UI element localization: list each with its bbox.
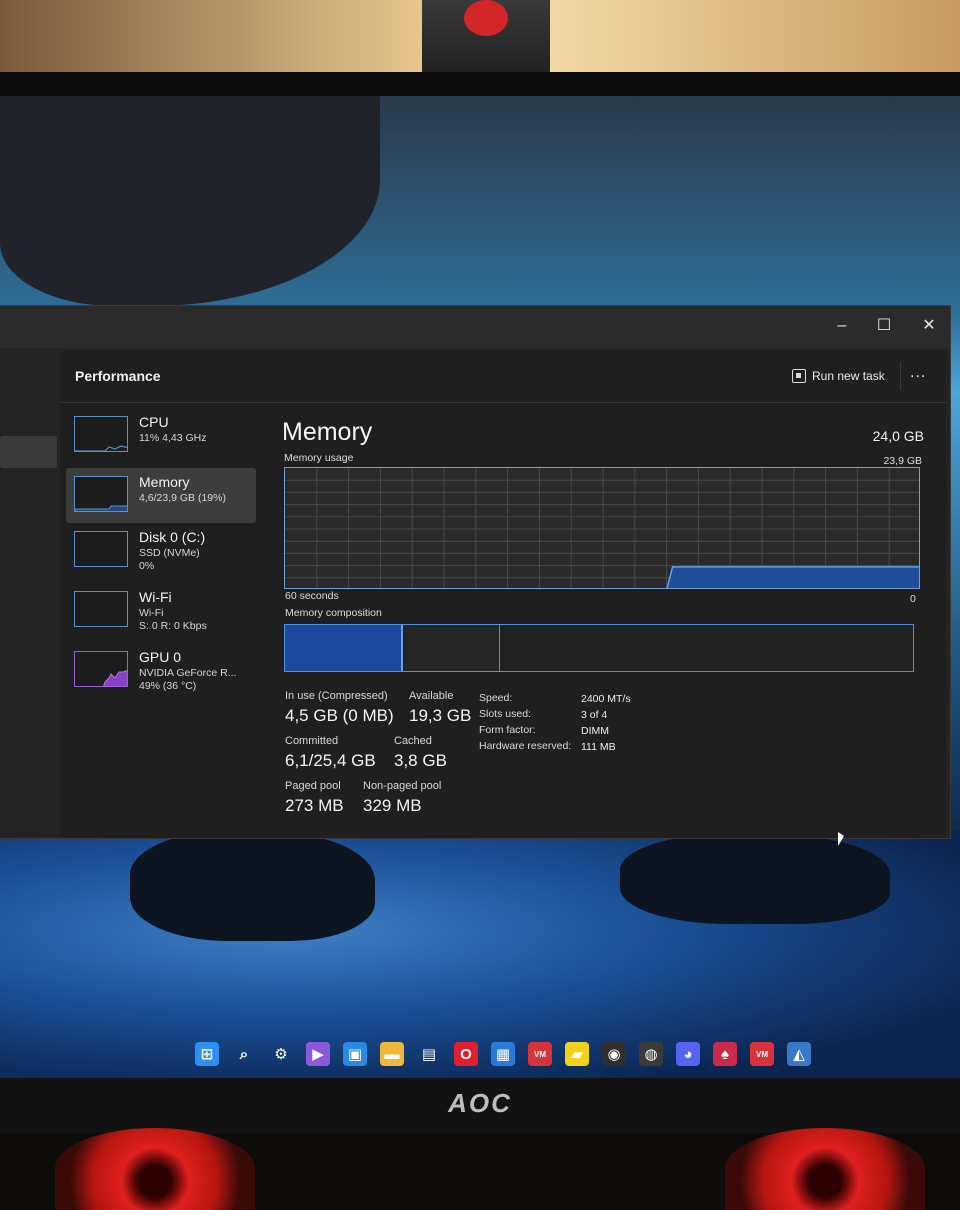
task-manager-icon[interactable]: ◭ xyxy=(787,1042,811,1066)
obs-icon[interactable]: ◉ xyxy=(602,1042,626,1066)
mouse-cursor-icon xyxy=(838,832,844,846)
paged-pool-label: Paged pool xyxy=(285,780,341,792)
wallpaper-rock xyxy=(0,96,380,306)
opera-icon[interactable]: O xyxy=(454,1042,478,1066)
gpu-thumbnail-graph xyxy=(74,651,128,687)
sticky-notes-icon[interactable]: ▰ xyxy=(565,1042,589,1066)
page-title: Performance xyxy=(75,368,161,384)
davinci-icon[interactable]: ◍ xyxy=(639,1042,663,1066)
wallpaper-rock-right xyxy=(620,834,890,924)
video-editor-icon[interactable]: ▶ xyxy=(306,1042,330,1066)
in-use-value: 4,5 GB (0 MB) xyxy=(285,706,394,725)
sidebar-item-disk[interactable]: Disk 0 (C:) SSD (NVMe) 0% xyxy=(66,523,256,583)
sidebar-item-detail-2: S: 0 R: 0 Kbps xyxy=(139,620,207,632)
memory-usage-area xyxy=(666,566,919,588)
speed-value: 2400 MT/s xyxy=(581,693,631,705)
composition-in-use xyxy=(285,625,403,671)
start-icon[interactable]: ⊞ xyxy=(195,1042,219,1066)
sidebar-item-name: Wi-Fi xyxy=(139,589,172,605)
performance-panel: Performance Run new task ... CPU 11% 4,4… xyxy=(60,350,946,838)
nav-selected-indicator[interactable] xyxy=(0,436,57,468)
memory-heading: Memory xyxy=(282,418,373,446)
voicemeeter-2-icon[interactable]: VM xyxy=(750,1042,774,1066)
paged-pool-value: 273 MB xyxy=(285,796,344,815)
sidebar-item-name: CPU xyxy=(139,414,169,430)
disk-thumbnail-graph xyxy=(74,531,128,567)
settings-gear-icon[interactable]: ⚙ xyxy=(269,1042,293,1066)
composition-free xyxy=(501,625,913,671)
sidebar-item-wifi[interactable]: Wi-Fi Wi-Fi S: 0 R: 0 Kbps xyxy=(66,583,256,643)
cpu-thumbnail-graph xyxy=(74,416,128,452)
hardware-reserved-value: 111 MB xyxy=(581,741,616,753)
store-app-icon[interactable]: ▦ xyxy=(491,1042,515,1066)
run-new-task-button[interactable]: Run new task xyxy=(792,366,885,386)
minimize-button[interactable]: – xyxy=(827,314,857,338)
available-value: 19,3 GB xyxy=(409,706,472,725)
sidebar-item-detail: Wi-Fi xyxy=(139,607,164,619)
sidebar-item-name: GPU 0 xyxy=(139,649,182,665)
composition-modified xyxy=(405,625,500,671)
in-use-label: In use (Compressed) xyxy=(285,690,388,702)
run-task-icon xyxy=(792,369,806,383)
sidebar-item-detail-2: 0% xyxy=(139,560,155,572)
nonpaged-pool-label: Non-paged pool xyxy=(363,780,442,792)
graph-axis-left: 60 seconds xyxy=(285,590,339,602)
discord-icon[interactable]: ◕ xyxy=(676,1042,700,1066)
more-options-button[interactable]: ... xyxy=(910,364,926,382)
available-label: Available xyxy=(409,690,454,702)
header-divider xyxy=(900,362,901,390)
memory-usage-max: 23,9 GB xyxy=(883,455,922,467)
committed-label: Committed xyxy=(285,735,339,747)
close-button[interactable]: ✕ xyxy=(914,314,944,338)
sidebar-item-name: Disk 0 (C:) xyxy=(139,529,206,545)
sidebar-item-memory[interactable]: Memory 4,6/23,9 GB (19%) xyxy=(66,468,256,523)
fox-app-icon[interactable]: ♠ xyxy=(713,1042,737,1066)
file-explorer-icon[interactable]: ▬ xyxy=(380,1042,404,1066)
resource-list: CPU 11% 4,43 GHz Memory 4,6/23,9 GB (19%… xyxy=(66,408,256,703)
maximize-button[interactable]: ☐ xyxy=(869,314,899,338)
wallpaper-rock-left xyxy=(130,831,375,941)
form-factor-value: DIMM xyxy=(581,725,609,737)
memory-total: 24,0 GB xyxy=(872,428,924,444)
panel-header: Performance Run new task ... xyxy=(60,350,946,403)
memory-composition-bar xyxy=(284,624,914,672)
memory-thumbnail-graph xyxy=(74,476,128,512)
voicemeeter-icon[interactable]: VM xyxy=(528,1042,552,1066)
wifi-thumbnail-graph xyxy=(74,591,128,627)
committed-value: 6,1/25,4 GB xyxy=(285,751,376,770)
sidebar-item-detail-2: 49% (36 °C) xyxy=(139,680,197,692)
slots-used-value: 3 of 4 xyxy=(581,709,608,721)
sidebar-item-detail: 11% 4,43 GHz xyxy=(139,432,207,444)
memory-composition-label: Memory composition xyxy=(285,607,382,619)
sidebar-item-gpu[interactable]: GPU 0 NVIDIA GeForce R... 49% (36 °C) xyxy=(66,643,256,703)
webcam-lens xyxy=(464,0,508,36)
run-new-task-label: Run new task xyxy=(812,369,885,383)
sidebar-item-cpu[interactable]: CPU 11% 4,43 GHz xyxy=(66,408,256,468)
hardware-reserved-label: Hardware reserved: xyxy=(479,740,572,752)
sidebar-item-detail: NVIDIA GeForce R... xyxy=(139,667,237,679)
slots-used-label: Slots used: xyxy=(479,708,531,720)
speaker-left xyxy=(55,1128,255,1210)
sidebar-item-detail: 4,6/23,9 GB (19%) xyxy=(139,492,226,504)
task-manager-window: – ☐ ✕ Performance Run new task ... CPU 1… xyxy=(0,306,950,838)
cached-label: Cached xyxy=(394,735,432,747)
nonpaged-pool-value: 329 MB xyxy=(363,796,422,815)
form-factor-label: Form factor: xyxy=(479,724,536,736)
speed-label: Speed: xyxy=(479,692,513,704)
graph-axis-right: 0 xyxy=(910,593,916,605)
reader-icon[interactable]: ▤ xyxy=(417,1042,441,1066)
cached-value: 3,8 GB xyxy=(394,751,447,770)
desktop-screen: – ☐ ✕ Performance Run new task ... CPU 1… xyxy=(0,96,960,1081)
memory-usage-graph-svg xyxy=(285,468,919,588)
speaker-right xyxy=(725,1128,925,1210)
taskbar: ⊞ ⌕ ⚙ ▶ ▣ ▬ ▤ O ▦ VM ▰ ◉ ◍ ◕ ♠ VM ◭ xyxy=(195,1036,845,1072)
memory-usage-graph xyxy=(284,467,920,589)
search-icon[interactable]: ⌕ xyxy=(232,1042,256,1066)
monitor-brand-logo: AOC xyxy=(448,1088,512,1118)
sidebar-item-detail: SSD (NVMe) xyxy=(139,547,200,559)
task-view-icon[interactable]: ▣ xyxy=(343,1042,367,1066)
sidebar-item-name: Memory xyxy=(139,474,190,490)
memory-usage-label: Memory usage xyxy=(284,452,354,464)
title-bar[interactable]: – ☐ ✕ xyxy=(0,306,950,348)
